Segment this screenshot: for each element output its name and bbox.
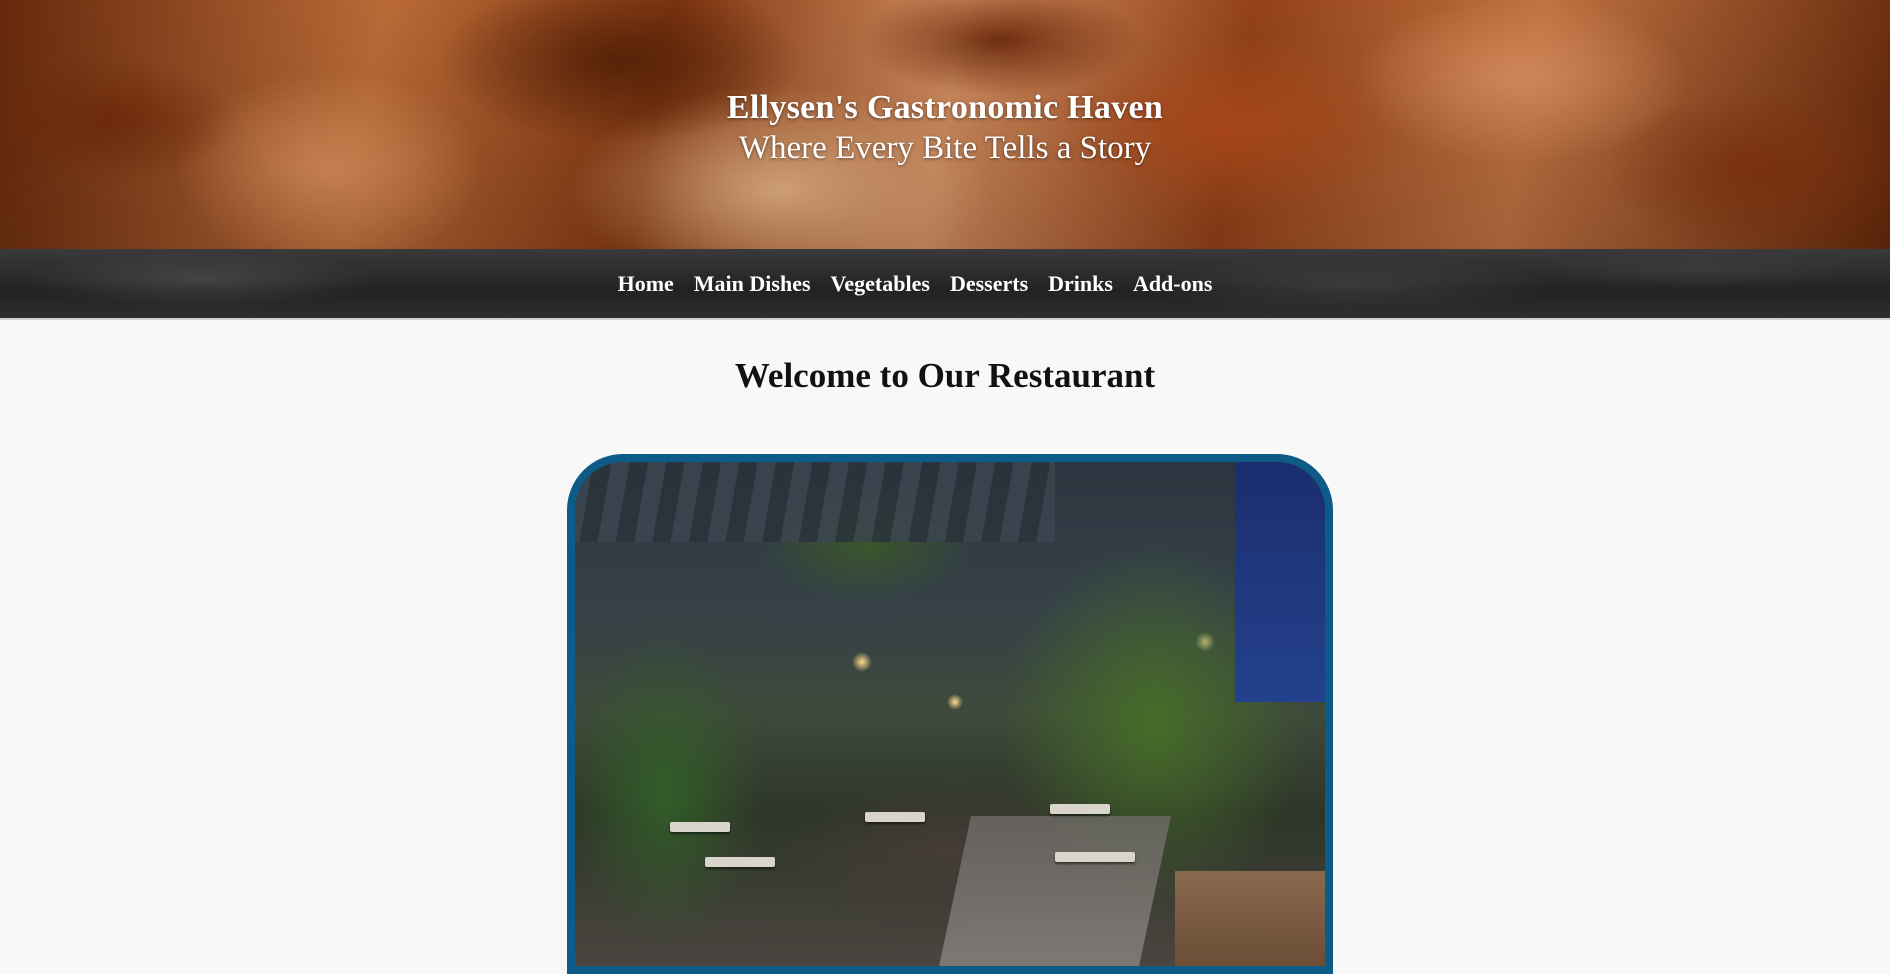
photo-table <box>865 812 925 822</box>
photo-roof <box>575 462 1055 542</box>
hero-text: Ellysen's Gastronomic Haven Where Every … <box>0 86 1890 168</box>
hero-banner: Ellysen's Gastronomic Haven Where Every … <box>0 0 1890 249</box>
photo-sky <box>1235 462 1325 702</box>
nav-list: Home Main Dishes Vegetables Desserts Dri… <box>618 249 1253 318</box>
restaurant-photo <box>567 454 1333 974</box>
photo-table <box>1050 804 1110 814</box>
photo-table <box>670 822 730 832</box>
photo-table <box>1055 852 1135 862</box>
site-title: Ellysen's Gastronomic Haven <box>726 89 1164 126</box>
photo-floor <box>939 816 1171 966</box>
main-content: Welcome to Our Restaurant <box>0 320 1890 974</box>
page-heading: Welcome to Our Restaurant <box>734 356 1156 395</box>
photo-table <box>705 857 775 867</box>
photo-bench <box>1175 871 1325 966</box>
site-tagline: Where Every Bite Tells a Story <box>738 130 1152 166</box>
nav-item-add-ons[interactable]: Add-ons <box>1093 271 1252 296</box>
main-nav: Home Main Dishes Vegetables Desserts Dri… <box>0 249 1890 320</box>
